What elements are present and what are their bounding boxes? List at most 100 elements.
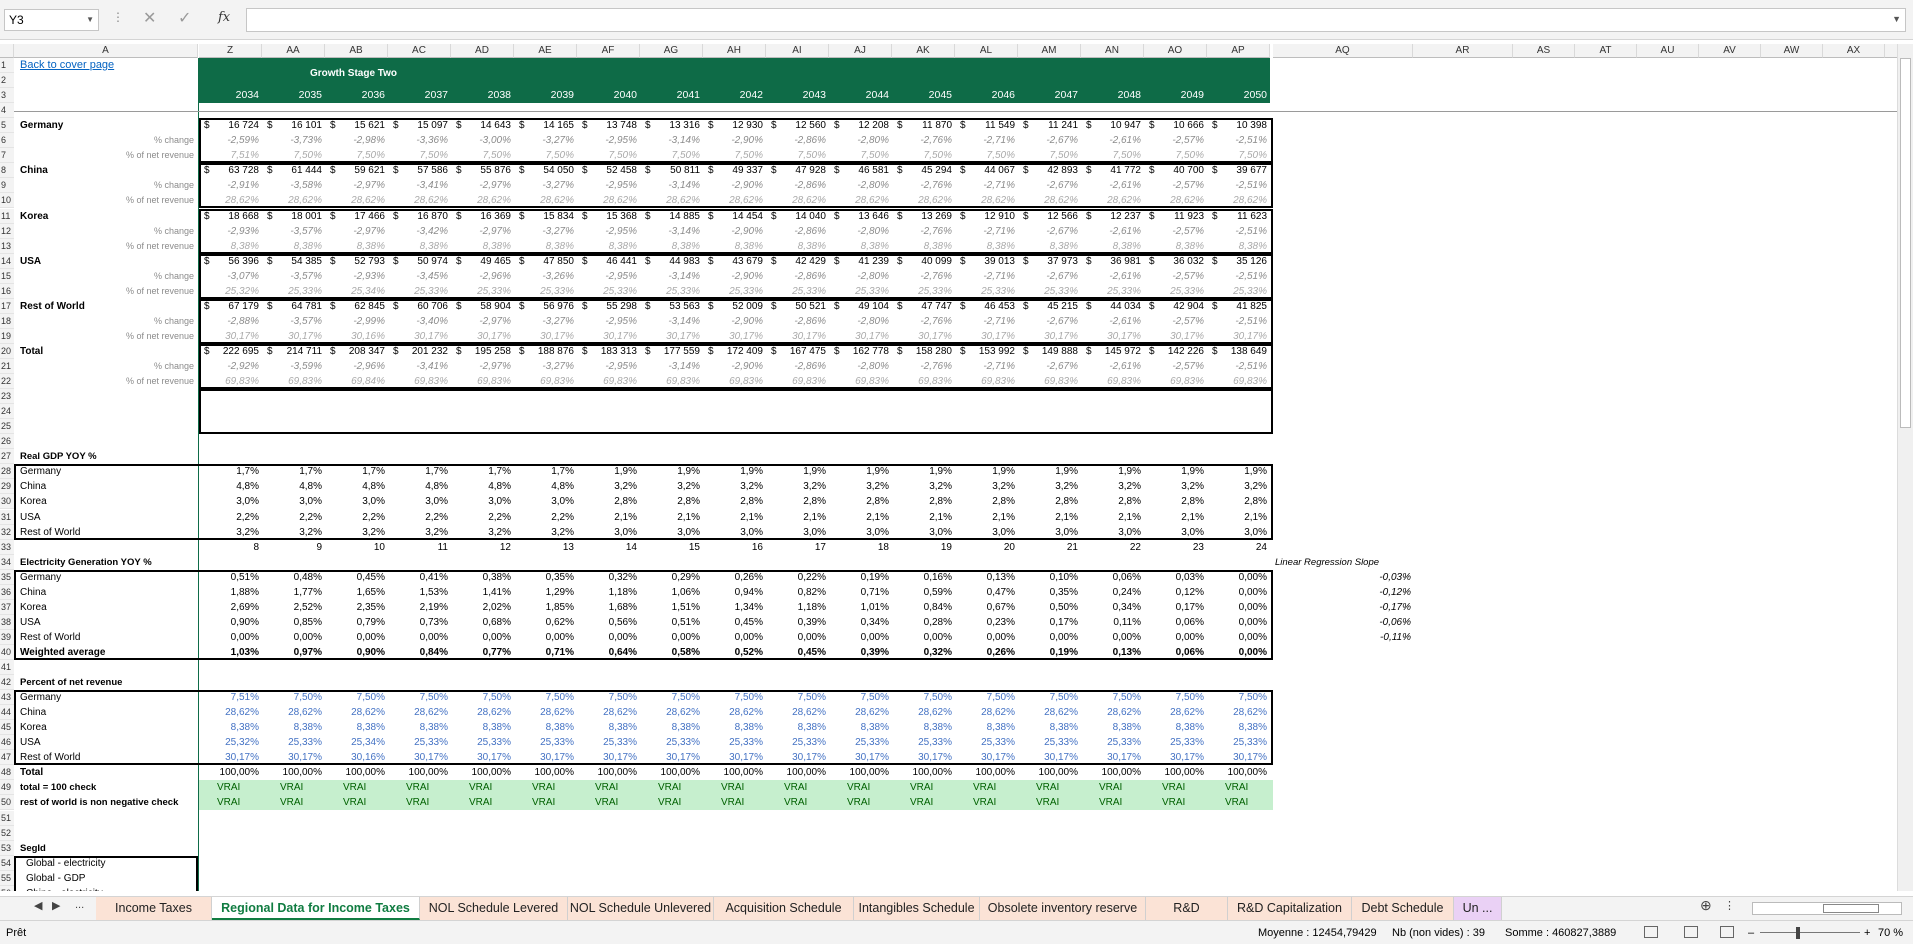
gdp-cell[interactable]: 3,0% bbox=[199, 494, 259, 509]
gdp-cell[interactable]: 4,8% bbox=[325, 479, 385, 494]
gdp-cell[interactable]: 3,2% bbox=[388, 525, 448, 540]
pnr-cell[interactable]: 28,62% bbox=[1144, 705, 1204, 720]
pnr-cell[interactable]: 25,33% bbox=[1081, 735, 1141, 750]
row-header[interactable]: 28 bbox=[0, 464, 14, 480]
pct-change-cell[interactable]: -2,95% bbox=[577, 269, 637, 284]
page-break-icon[interactable] bbox=[1720, 926, 1734, 938]
elec-cell[interactable]: 1,41% bbox=[451, 585, 511, 600]
elec-cell[interactable]: 0,00% bbox=[1207, 570, 1267, 585]
elec-cell[interactable]: 0,00% bbox=[577, 630, 637, 645]
pnr-cell[interactable]: 7,50% bbox=[766, 690, 826, 705]
value-cell[interactable]: 35 126 bbox=[1207, 254, 1267, 269]
horizontal-scrollbar[interactable] bbox=[1752, 902, 1902, 915]
elec-cell[interactable]: 0,38% bbox=[451, 570, 511, 585]
pct-change-cell[interactable]: -2,76% bbox=[892, 359, 952, 374]
gdp-cell[interactable]: 2,2% bbox=[451, 510, 511, 525]
index-cell[interactable]: 15 bbox=[640, 540, 700, 555]
pct-net-cell[interactable]: 7,50% bbox=[514, 148, 574, 163]
pnr-cell[interactable]: 7,50% bbox=[829, 690, 889, 705]
cancel-icon[interactable]: ✕ bbox=[143, 9, 156, 29]
row-header[interactable]: 32 bbox=[0, 524, 14, 540]
row-header[interactable]: 53 bbox=[0, 840, 14, 856]
row-header[interactable]: 25 bbox=[0, 419, 14, 435]
elec-cell[interactable]: 0,00% bbox=[892, 630, 952, 645]
pct-net-cell[interactable]: 69,83% bbox=[892, 374, 952, 389]
value-cell[interactable]: 10 947 bbox=[1081, 118, 1141, 133]
pct-change-cell[interactable]: -2,97% bbox=[451, 224, 511, 239]
column-header[interactable]: A bbox=[14, 44, 198, 58]
pnr-cell[interactable]: 7,50% bbox=[892, 690, 952, 705]
column-header[interactable]: AW bbox=[1761, 44, 1823, 58]
row-header[interactable]: 1 bbox=[0, 58, 14, 74]
pct-change-cell[interactable]: -2,57% bbox=[1144, 133, 1204, 148]
pnr-cell[interactable]: 100,00% bbox=[199, 765, 259, 780]
row-header[interactable]: 51 bbox=[0, 810, 14, 826]
elec-cell[interactable]: 1,65% bbox=[325, 585, 385, 600]
pct-change-cell[interactable]: -2,97% bbox=[451, 178, 511, 193]
pnr-cell[interactable]: 25,33% bbox=[640, 735, 700, 750]
value-cell[interactable]: 43 679 bbox=[703, 254, 763, 269]
value-cell[interactable]: 10 398 bbox=[1207, 118, 1267, 133]
gdp-cell[interactable]: 1,9% bbox=[1081, 464, 1141, 479]
pct-change-cell[interactable]: -3,14% bbox=[640, 269, 700, 284]
pct-net-cell[interactable]: 69,83% bbox=[829, 374, 889, 389]
pnr-cell[interactable]: 25,33% bbox=[577, 735, 637, 750]
tab-prev-icon[interactable]: ◀ bbox=[34, 899, 42, 912]
row-header[interactable]: 49 bbox=[0, 780, 14, 796]
pct-change-cell[interactable]: -3,07% bbox=[199, 269, 259, 284]
value-cell[interactable]: 12 237 bbox=[1081, 209, 1141, 224]
elec-cell[interactable]: 0,00% bbox=[1207, 615, 1267, 630]
pnr-cell[interactable]: 7,50% bbox=[451, 690, 511, 705]
check-cell[interactable]: VRAI bbox=[1036, 780, 1059, 795]
pct-change-cell[interactable]: -2,67% bbox=[1018, 359, 1078, 374]
check-cell[interactable]: VRAI bbox=[1162, 780, 1185, 795]
pnr-cell[interactable]: 100,00% bbox=[1207, 765, 1267, 780]
gdp-cell[interactable]: 2,8% bbox=[1081, 494, 1141, 509]
check-cell[interactable]: VRAI bbox=[532, 795, 555, 810]
pnr-cell[interactable]: 30,17% bbox=[199, 750, 259, 765]
pct-change-cell[interactable]: -3,26% bbox=[514, 269, 574, 284]
pct-net-cell[interactable]: 69,83% bbox=[262, 374, 322, 389]
pct-net-cell[interactable]: 25,33% bbox=[766, 284, 826, 299]
gdp-cell[interactable]: 3,0% bbox=[640, 525, 700, 540]
column-header[interactable]: AT bbox=[1575, 44, 1637, 58]
pnr-cell[interactable]: 25,33% bbox=[514, 735, 574, 750]
pct-net-cell[interactable]: 8,38% bbox=[640, 239, 700, 254]
pnr-cell[interactable]: 30,17% bbox=[955, 750, 1015, 765]
pnr-cell[interactable]: 8,38% bbox=[577, 720, 637, 735]
elec-cell[interactable]: 0,90% bbox=[325, 645, 385, 660]
elec-cell[interactable]: 0,03% bbox=[1144, 570, 1204, 585]
gdp-cell[interactable]: 2,1% bbox=[892, 510, 952, 525]
pct-change-cell[interactable]: -3,41% bbox=[388, 178, 448, 193]
pnr-cell[interactable]: 8,38% bbox=[829, 720, 889, 735]
pnr-cell[interactable]: 30,17% bbox=[388, 750, 448, 765]
pct-net-cell[interactable]: 28,62% bbox=[640, 193, 700, 208]
elec-cell[interactable]: 0,24% bbox=[1081, 585, 1141, 600]
page-layout-icon[interactable] bbox=[1684, 926, 1698, 938]
gdp-cell[interactable]: 3,0% bbox=[1144, 525, 1204, 540]
column-header[interactable]: AQ bbox=[1273, 44, 1413, 58]
elec-cell[interactable]: 1,18% bbox=[577, 585, 637, 600]
vertical-scrollbar[interactable] bbox=[1897, 44, 1913, 891]
value-cell[interactable]: 64 781 bbox=[262, 299, 322, 314]
pnr-cell[interactable]: 25,33% bbox=[892, 735, 952, 750]
elec-cell[interactable]: 0,00% bbox=[451, 630, 511, 645]
value-cell[interactable]: 142 226 bbox=[1144, 344, 1204, 359]
gdp-cell[interactable]: 3,0% bbox=[262, 494, 322, 509]
value-cell[interactable]: 46 441 bbox=[577, 254, 637, 269]
value-cell[interactable]: 46 453 bbox=[955, 299, 1015, 314]
pnr-cell[interactable]: 100,00% bbox=[262, 765, 322, 780]
pct-change-cell[interactable]: -3,14% bbox=[640, 314, 700, 329]
pct-net-cell[interactable]: 7,50% bbox=[262, 148, 322, 163]
pnr-cell[interactable]: 25,33% bbox=[1207, 735, 1267, 750]
pnr-cell[interactable]: 7,50% bbox=[514, 690, 574, 705]
pnr-cell[interactable]: 28,62% bbox=[325, 705, 385, 720]
gdp-cell[interactable]: 3,2% bbox=[766, 479, 826, 494]
gdp-cell[interactable]: 2,1% bbox=[1144, 510, 1204, 525]
check-cell[interactable]: VRAI bbox=[343, 795, 366, 810]
row-header[interactable]: 30 bbox=[0, 494, 14, 510]
column-header[interactable]: AL bbox=[955, 44, 1018, 58]
pct-net-cell[interactable]: 25,33% bbox=[640, 284, 700, 299]
pct-net-cell[interactable]: 7,50% bbox=[1081, 148, 1141, 163]
value-cell[interactable]: 49 465 bbox=[451, 254, 511, 269]
